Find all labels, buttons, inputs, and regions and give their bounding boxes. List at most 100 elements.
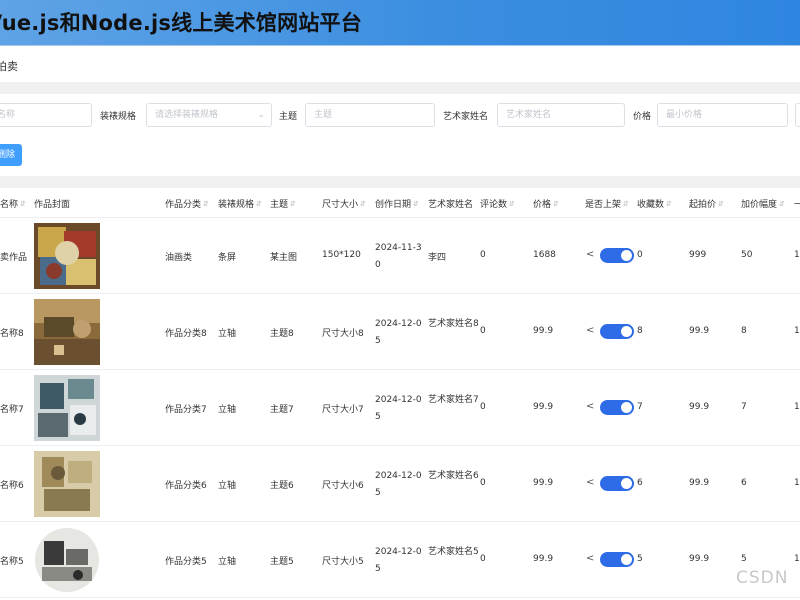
listed-toggle[interactable] [600,400,634,415]
cell-category: 作品分类6 [165,481,207,491]
listed-toggle[interactable] [600,552,634,567]
sort-icon[interactable]: ⇵ [256,200,262,208]
breadcrumb[interactable]: 拍卖 [0,58,18,74]
share-icon[interactable]: < [586,401,594,412]
cell-price: 1688 [533,250,556,260]
cell-name: 名称8 [0,329,24,339]
price-max-input[interactable] [795,103,800,127]
table-row[interactable]: 名称5 作品分类5 立轴 主题5 尺寸大小5 2024-12-05 艺术家姓名5… [0,522,800,598]
cell-artist: 艺术家姓名5 [428,547,479,557]
col-comments[interactable]: 评论数 ⇵ [480,197,515,210]
share-icon[interactable]: < [586,477,594,488]
toggle-knob [621,250,632,261]
artist-input[interactable]: 艺术家姓名 [497,103,625,127]
col-size-label: 尺寸大小 [322,200,359,210]
name-search-input[interactable]: 名称 [0,103,92,127]
cell-size: 150*120 [322,250,361,260]
col-theme[interactable]: 主题 ⇵ [270,197,296,210]
table-row[interactable]: 名称6 作品分类6 立轴 主题6 尺寸大小6 2024-12-05 艺术家姓名6… [0,446,800,522]
theme-input[interactable]: 主题 [305,103,435,127]
cell-date: 2024-12-05 [375,547,422,574]
cell-comments: 0 [480,326,486,336]
col-price[interactable]: 价格 ⇵ [533,197,559,210]
col-mount[interactable]: 装裱规格 ⇵ [218,197,262,210]
sort-icon[interactable]: ⇵ [779,200,785,208]
share-icon[interactable]: < [586,325,594,336]
delete-button[interactable]: 删除 [0,144,22,166]
table-row[interactable]: 名称7 作品分类7 立轴 主题7 尺寸大小7 2024-12-05 艺术家姓名7… [0,370,800,446]
table-row[interactable]: 卖作品 油画类 条屏 某主图 150*120 2024-11-30 李四 0 1… [0,218,800,294]
sort-icon[interactable]: ⇵ [509,200,515,208]
cell-start-price: 99.9 [689,554,710,564]
sort-icon[interactable]: ⇵ [290,200,296,208]
cell-category: 作品分类5 [165,557,207,567]
sort-icon[interactable]: ⇵ [666,200,672,208]
cell-extra: 1 [794,402,800,412]
cell-start-price: 99.9 [689,402,710,412]
cell-start-price: 99.9 [689,326,710,336]
share-icon[interactable]: < [586,553,594,564]
sort-icon[interactable]: ⇵ [413,200,419,208]
cell-date: 2024-11-30 [375,243,422,270]
sort-icon[interactable]: ⇵ [203,200,209,208]
col-favorites-label: 收藏数 [637,200,665,210]
col-increment-label: 加价幅度 [741,200,778,210]
col-size[interactable]: 尺寸大小 ⇵ [322,197,366,210]
cell-theme: 主题7 [270,405,294,415]
filter-bar: 名称 装裱规格 请选择装裱规格 ⌄ 主题 主题 艺术家姓名 艺术家姓名 价格 最… [0,103,800,129]
col-date-label: 创作日期 [375,200,412,210]
cell-comments: 0 [480,402,486,412]
cell-category: 油画类 [165,253,193,263]
sort-icon[interactable]: ⇵ [360,200,366,208]
listed-toggle[interactable] [600,248,634,263]
cell-extra: 1 [794,250,800,260]
sort-icon[interactable]: ⇵ [623,200,629,208]
mount-select-placeholder: 请选择装裱规格 [155,110,219,120]
app-title: Vue.js和Node.js线上美术馆网站平台 [0,11,362,35]
cell-comments: 0 [480,250,486,260]
listed-toggle[interactable] [600,324,634,339]
cell-category: 作品分类8 [165,329,207,339]
cell-price: 99.9 [533,402,554,412]
artwork-cover-image[interactable] [34,223,100,289]
table-row[interactable]: 名称8 作品分类8 立轴 主题8 尺寸大小8 2024-12-05 艺术家姓名8… [0,294,800,370]
artwork-cover-image[interactable] [34,451,100,517]
sort-icon[interactable]: ⇵ [20,200,26,208]
cell-comments: 0 [480,554,486,564]
price-min-input[interactable]: 最小价格 [657,103,788,127]
mount-select[interactable]: 请选择装裱规格 ⌄ [146,103,272,127]
cell-mount: 立轴 [218,481,237,491]
toggle-knob [621,326,632,337]
col-favorites[interactable]: 收藏数 ⇵ [637,197,672,210]
cell-start-price: 999 [689,250,707,260]
cell-favorites: 7 [637,402,643,412]
cell-mount: 立轴 [218,329,237,339]
cell-theme: 主题6 [270,481,294,491]
divider [0,176,800,188]
cell-increment: 50 [741,250,753,260]
cell-artist: 李四 [428,253,447,263]
col-name[interactable]: 名称 ⇵ [0,197,26,210]
cell-favorites: 0 [637,250,643,260]
col-category[interactable]: 作品分类 ⇵ [165,197,209,210]
col-increment[interactable]: 加价幅度 ⇵ [741,197,785,210]
toggle-knob [621,402,632,413]
cell-extra: 1 [794,554,800,564]
artwork-cover-image[interactable] [34,527,100,593]
col-start-price-label: 起拍价 [689,200,717,210]
sort-icon[interactable]: ⇵ [553,200,559,208]
cell-date: 2024-12-05 [375,319,422,346]
col-comments-label: 评论数 [480,200,508,210]
listed-toggle[interactable] [600,476,634,491]
page: Vue.js和Node.js线上美术馆网站平台 拍卖 名称 装裱规格 请选择装裱… [0,0,800,600]
cell-price: 99.9 [533,326,554,336]
sort-icon[interactable]: ⇵ [718,200,724,208]
col-listed[interactable]: 是否上架 ⇵ [585,197,629,210]
artwork-cover-image[interactable] [34,375,100,441]
col-start-price[interactable]: 起拍价 ⇵ [689,197,724,210]
col-date[interactable]: 创作日期 ⇵ [375,197,419,210]
artwork-cover-image[interactable] [34,299,100,365]
share-icon[interactable]: < [586,249,594,260]
col-price-label: 价格 [533,200,552,210]
cell-increment: 8 [741,326,747,336]
